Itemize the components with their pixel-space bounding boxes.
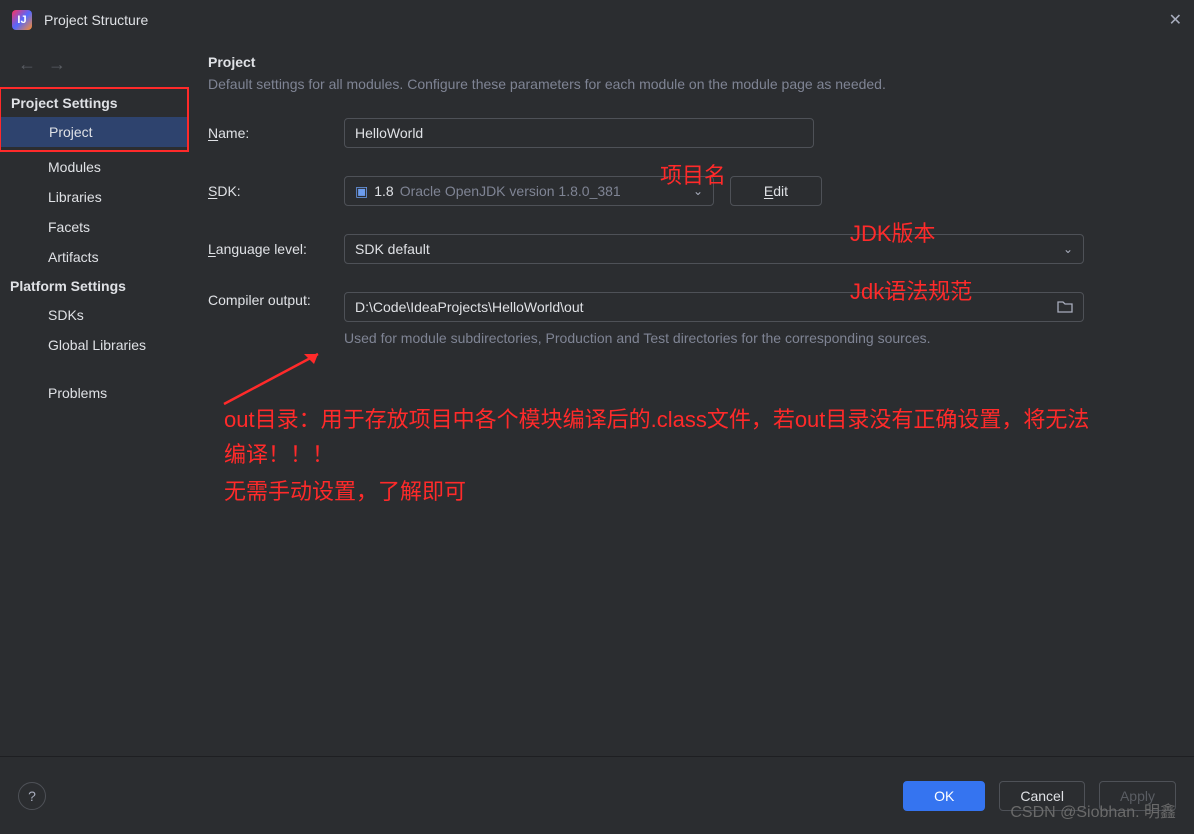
label-sdk: SDK: [208,183,344,199]
annotation-out-desc-1: out目录：用于存放项目中各个模块编译后的.class文件，若out目录没有正确… [224,402,1104,472]
annotation-out-desc-2: 无需手动设置，了解即可 [224,474,466,506]
sdk-select[interactable]: ▣ 1.8 Oracle OpenJDK version 1.8.0_381 ⌄ [344,176,714,206]
browse-folder-icon[interactable] [1057,299,1073,316]
app-icon: IJ [12,10,32,30]
nav-forward-icon[interactable]: → [48,54,66,75]
sidebar-item-global-libraries[interactable]: Global Libraries [0,330,192,360]
language-level-select[interactable]: SDK default ⌄ [344,234,1084,264]
sidebar: ← → Project Settings Project Modules Lib… [0,40,192,754]
sidebar-item-problems[interactable]: Problems [0,378,192,408]
compiler-output-hint: Used for module subdirectories, Producti… [344,330,1176,346]
compiler-output-input[interactable]: D:\Code\IdeaProjects\HelloWorld\out [344,292,1084,322]
name-input[interactable]: HelloWorld [344,118,814,148]
chevron-down-icon: ⌄ [1063,242,1073,256]
help-button[interactable]: ? [18,782,46,810]
main-panel: Project Default settings for all modules… [192,40,1194,754]
label-language-level: Language level: [208,241,344,257]
sidebar-item-sdks[interactable]: SDKs [0,300,192,330]
sidebar-item-artifacts[interactable]: Artifacts [0,242,192,272]
page-subtitle: Default settings for all modules. Config… [208,76,1176,92]
folder-icon: ▣ [355,183,368,200]
ok-button[interactable]: OK [903,781,985,811]
annotation-highlight-box: Project Settings Project [0,87,189,152]
label-compiler-output: Compiler output: [208,292,344,308]
sidebar-item-facets[interactable]: Facets [0,212,192,242]
section-platform-settings: Platform Settings [0,272,192,300]
page-title: Project [208,54,1176,70]
annotation-arrow [214,348,334,408]
annotation-jdk-version: JDK版本 [850,216,936,248]
button-bar: ? OK Cancel Apply [0,756,1194,834]
label-name: Name: [208,125,344,141]
row-language-level: Language level: SDK default ⌄ [208,234,1176,264]
window-title: Project Structure [44,12,148,28]
annotation-jdk-syntax: Jdk语法规范 [850,274,972,306]
nav-back-icon[interactable]: ← [18,54,36,75]
edit-button[interactable]: Edit [730,176,822,206]
sdk-desc: Oracle OpenJDK version 1.8.0_381 [400,183,621,199]
section-project-settings: Project Settings [1,89,187,117]
sidebar-item-libraries[interactable]: Libraries [0,182,192,212]
row-name: Name: HelloWorld [208,118,1176,148]
row-compiler-output: Compiler output: D:\Code\IdeaProjects\He… [208,292,1176,346]
close-icon[interactable]: ✕ [1169,10,1182,30]
watermark: CSDN @Siobhan. 明鑫 [1010,798,1176,822]
sidebar-item-modules[interactable]: Modules [0,152,192,182]
titlebar: IJ Project Structure ✕ [0,0,1194,40]
sdk-version: 1.8 [374,183,393,199]
annotation-project-name: 项目名 [660,158,726,190]
sidebar-item-project[interactable]: Project [1,117,187,147]
